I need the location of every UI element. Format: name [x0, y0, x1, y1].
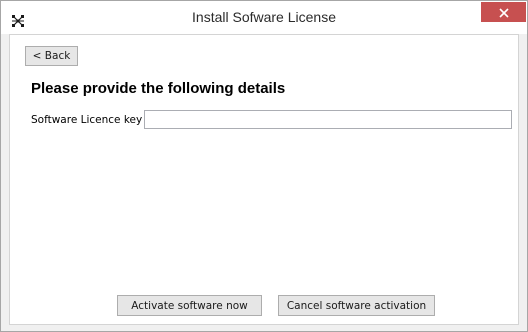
dialog-body: < Back Please provide the following deta… [9, 34, 519, 325]
install-license-dialog: Install Sofware License < Back Please pr… [0, 0, 528, 332]
close-button[interactable] [481, 2, 526, 22]
activate-software-button[interactable]: Activate software now [117, 295, 262, 316]
window-title: Install Sofware License [192, 9, 336, 25]
back-button[interactable]: < Back [25, 46, 78, 66]
cancel-activation-button[interactable]: Cancel software activation [278, 295, 435, 316]
close-icon [498, 3, 509, 22]
license-key-label: Software Licence key [31, 114, 143, 126]
content-panel: < Back Please provide the following deta… [9, 34, 519, 325]
page-heading: Please provide the following details [31, 80, 286, 97]
title-bar[interactable]: Install Sofware License [1, 1, 527, 34]
license-key-input[interactable] [144, 110, 512, 129]
